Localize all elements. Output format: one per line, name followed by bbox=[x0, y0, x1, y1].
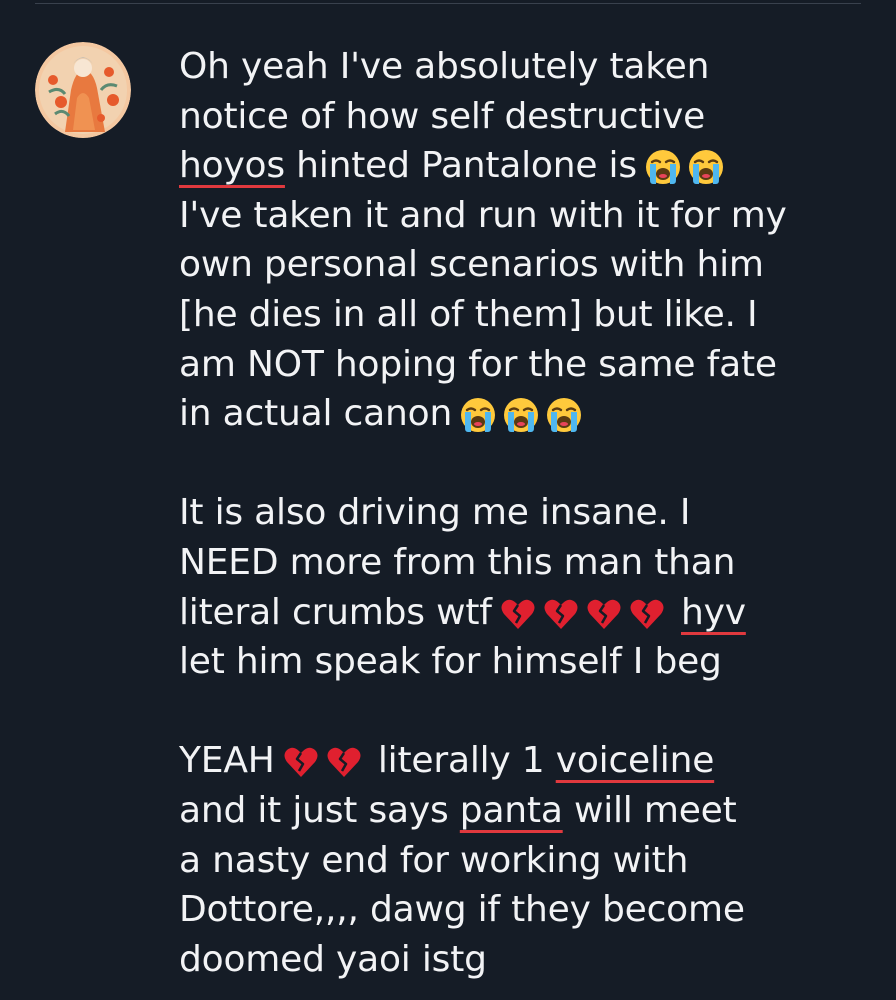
broken-heart-emoji bbox=[281, 742, 321, 782]
avatar[interactable] bbox=[35, 42, 131, 138]
comment-line: It is also driving me insane. I bbox=[179, 492, 691, 534]
comment-text: YEAH bbox=[179, 740, 275, 782]
comment-line: Dottore,,,, dawg if they become bbox=[179, 889, 745, 931]
comment-line: let him speak for himself I beg bbox=[179, 641, 722, 683]
comment-body: Oh yeah I've absolutely taken notice of … bbox=[179, 42, 869, 984]
comment-line: hoyos hinted Pantalone is bbox=[179, 141, 869, 191]
comment-text: literal crumbs wtf bbox=[179, 591, 492, 633]
broken-heart-emoji bbox=[627, 594, 667, 634]
comment-line: Oh yeah I've absolutely taken bbox=[179, 46, 710, 87]
comment-text: will meet bbox=[562, 789, 737, 831]
comment-line: I've taken it and run with it for my bbox=[179, 194, 787, 236]
broken-heart-emoji bbox=[541, 594, 581, 634]
comment-line: am NOT hoping for the same fate bbox=[179, 343, 777, 385]
emoji-group bbox=[281, 742, 367, 792]
broken-heart-emoji bbox=[498, 594, 538, 634]
loudly-crying-face-emoji bbox=[643, 147, 683, 187]
comment-line: doomed yaoi istg bbox=[179, 938, 487, 980]
emoji-group bbox=[498, 594, 670, 644]
comment-line: YEAH literally 1 voiceline bbox=[179, 736, 869, 786]
comment-line: in actual canon bbox=[179, 389, 869, 439]
comment-line: NEED more from this man than bbox=[179, 541, 736, 583]
misspelled-word[interactable]: panta bbox=[460, 790, 563, 831]
comment-line: a nasty end for working with bbox=[179, 839, 689, 881]
comment-text: literally 1 bbox=[366, 740, 556, 782]
comment-line: literal crumbs wtf hyv bbox=[179, 588, 869, 638]
misspelled-word[interactable]: hoyos bbox=[179, 145, 285, 186]
emoji-group bbox=[643, 147, 729, 197]
divider bbox=[35, 3, 861, 4]
comment-text: in actual canon bbox=[179, 393, 453, 435]
misspelled-word[interactable]: voiceline bbox=[556, 740, 715, 781]
comment-line: and it just says panta will meet bbox=[179, 786, 869, 836]
loudly-crying-face-emoji bbox=[544, 395, 584, 435]
loudly-crying-face-emoji bbox=[686, 147, 726, 187]
comment-text: hinted Pantalone is bbox=[284, 145, 637, 187]
comment-line: own personal scenarios with him bbox=[179, 244, 764, 286]
misspelled-word[interactable]: hyv bbox=[681, 592, 746, 633]
comment-line: notice of how self destructive bbox=[179, 95, 706, 137]
loudly-crying-face-emoji bbox=[501, 395, 541, 435]
broken-heart-emoji bbox=[324, 742, 364, 782]
avatar-illustration bbox=[35, 42, 131, 138]
broken-heart-emoji bbox=[584, 594, 624, 634]
loudly-crying-face-emoji bbox=[458, 395, 498, 435]
comment-line: [he dies in all of them] but like. I bbox=[179, 293, 758, 335]
emoji-group bbox=[458, 395, 587, 445]
comment-text: and it just says bbox=[179, 789, 460, 831]
